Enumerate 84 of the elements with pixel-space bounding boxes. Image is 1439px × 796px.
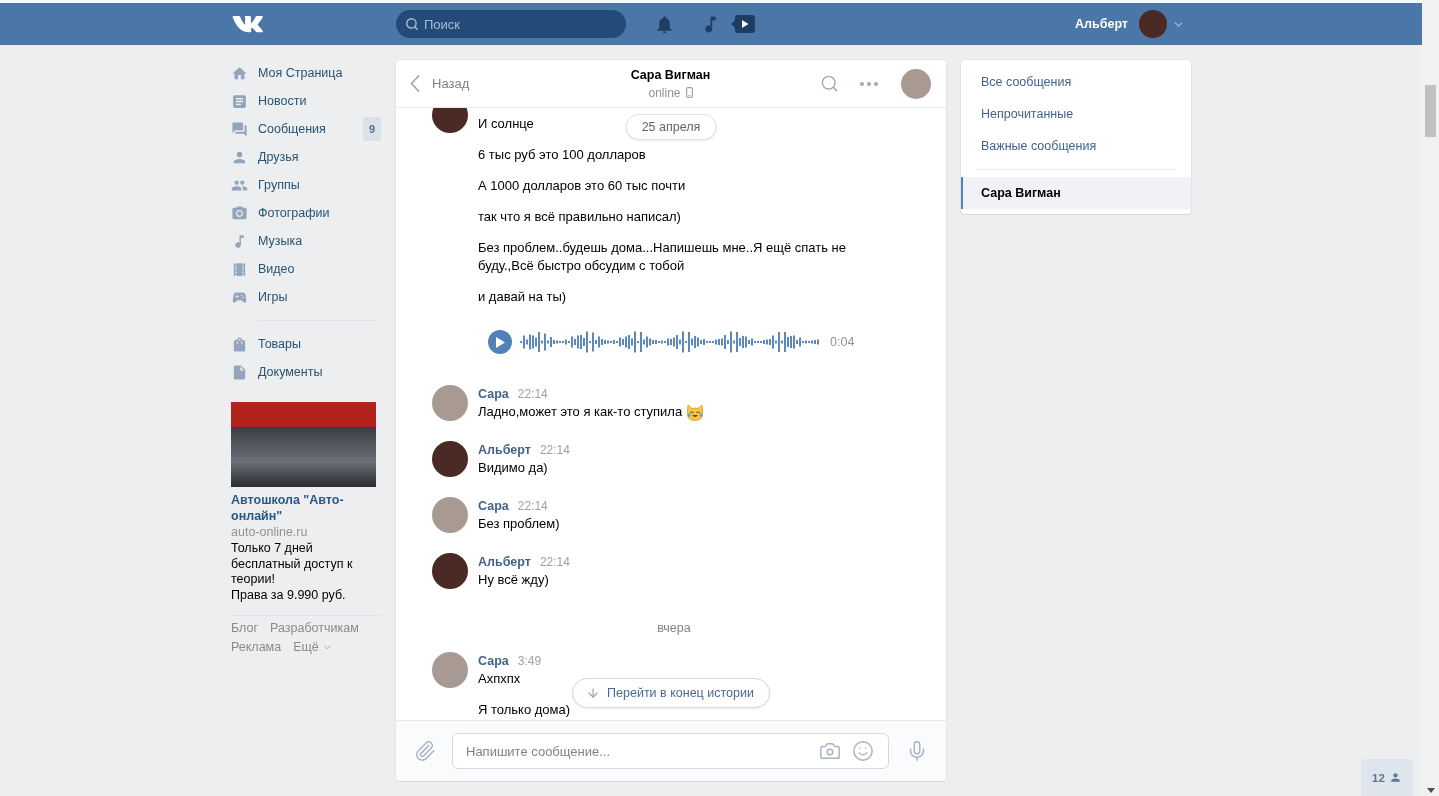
ad-domain: auto-online.ru [231, 524, 309, 540]
message-text: Видимо да) [478, 459, 548, 477]
online-status: online [648, 84, 681, 101]
message-author[interactable]: Сара [478, 652, 509, 670]
conversation-item[interactable]: Сара Вигман [961, 177, 1191, 209]
chat-title[interactable]: Сара Вигман [630, 66, 711, 83]
message-author[interactable]: Сара [478, 497, 509, 515]
message-text: Без проблем) [478, 515, 560, 533]
sidebar-link[interactable]: Фотографии [231, 204, 330, 222]
date-divider: вчера [657, 620, 691, 637]
sidebar-link[interactable]: Музыка [231, 232, 303, 250]
sidebar-link[interactable]: Новости [231, 92, 307, 110]
more-button[interactable] [860, 81, 878, 86]
message-text: Ну всё жду) [478, 571, 549, 589]
message-text: И солнце [478, 115, 534, 133]
message-time: 22:14 [517, 498, 548, 515]
chevron-left-icon [410, 75, 420, 92]
message-text: так что я всё правильно написал) [478, 208, 681, 226]
search-icon [820, 74, 839, 93]
user-name[interactable]: Альберт [1075, 17, 1128, 31]
message-input-field[interactable]: Напишите сообщение... [452, 733, 889, 769]
camera-button[interactable] [819, 740, 841, 762]
film-strip-icon [231, 260, 248, 278]
message-time: 22:14 [539, 554, 570, 571]
sidebar-link[interactable]: Игры [231, 288, 288, 306]
message-text: А 1000 долларов это 60 тыс почти [478, 177, 686, 195]
message-author[interactable]: Альберт [478, 441, 531, 459]
logo-icon[interactable] [232, 14, 265, 34]
search-icon [405, 17, 419, 31]
online-friends-button[interactable]: 12 [1361, 759, 1413, 796]
video-button[interactable] [731, 14, 755, 34]
video-play-icon [731, 14, 755, 34]
date-pill: 25 апреля [625, 114, 717, 140]
document-icon [231, 363, 248, 381]
arrow-down-icon [586, 686, 601, 700]
search-field[interactable]: Поиск [396, 10, 626, 38]
person-icon [1388, 771, 1402, 784]
back-button[interactable]: Назад [410, 75, 470, 92]
laughing-cat-emoji-icon [686, 403, 705, 421]
emoji-button[interactable] [852, 740, 874, 762]
paperclip-icon [414, 740, 436, 762]
scrollbar-thumb[interactable] [1425, 85, 1436, 137]
avatar-placeholder[interactable] [1139, 10, 1167, 38]
message-text: Ахпхпх [478, 670, 521, 688]
smile-icon [852, 740, 874, 762]
scroll-down-icon[interactable] [1426, 788, 1435, 793]
message-text: 6 тыс руб это 100 долларов [478, 146, 646, 164]
sidebar-link[interactable]: Сообщения [231, 120, 326, 138]
ad-description: Только 7 дней бесплатный доступ к теории! Права за 9.990 руб. [231, 541, 354, 603]
play-icon [495, 336, 505, 348]
filter-item[interactable]: Важные сообщения [961, 130, 1191, 162]
newspaper-icon [231, 92, 248, 110]
sidebar-link[interactable]: Друзья [231, 148, 299, 166]
ad-title[interactable]: Автошкола "Авто-онлайн" [231, 492, 376, 524]
sidebar-link[interactable]: Моя Страница [231, 64, 343, 82]
message-time: 3:49 [517, 653, 542, 670]
sidebar-link[interactable]: Видео [231, 260, 295, 278]
play-button[interactable] [488, 330, 512, 354]
message-text: Без проблем..будешь дома...Напишешь мне..Я ещё спать не буду.,Всё быстро обсудим с тобой [478, 239, 848, 275]
message-author[interactable]: Альберт [478, 553, 531, 571]
message-author[interactable]: Сара [478, 385, 509, 403]
home-icon [231, 64, 248, 82]
chat-bubbles-icon [231, 120, 248, 138]
attach-button[interactable] [414, 740, 436, 762]
jump-to-end-button[interactable]: Перейти в конец истории [572, 678, 770, 708]
shopping-bag-icon [231, 335, 248, 353]
sidebar-link[interactable]: Документы [231, 363, 323, 381]
unread-count-badge: 9 [363, 117, 381, 141]
search-button[interactable] [820, 74, 839, 93]
sidebar-link[interactable]: Товары [231, 335, 301, 353]
filter-item[interactable]: Непрочитанные [961, 98, 1191, 130]
filter-item[interactable]: Все сообщения [961, 66, 1191, 98]
audio-duration: 0:04 [830, 335, 855, 349]
message-text: Ладно,может это я как-то ступила [478, 403, 683, 421]
camera-icon [231, 204, 248, 222]
message-time: 22:14 [517, 386, 548, 403]
sidebar-link[interactable]: Группы [231, 176, 300, 194]
message-text: Я только дома) [478, 701, 571, 719]
message-text: и давай на ты) [478, 288, 567, 306]
camera-icon [819, 740, 841, 762]
avatar-placeholder[interactable] [901, 68, 931, 99]
message-time: 22:14 [539, 442, 570, 459]
ad-photo-placeholder[interactable] [231, 402, 376, 487]
more-icon [860, 81, 878, 86]
